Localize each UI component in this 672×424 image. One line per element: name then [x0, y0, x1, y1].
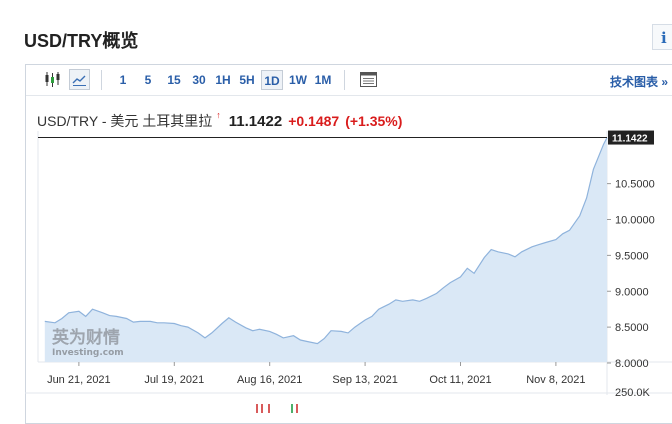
volume-bar: [291, 404, 293, 413]
x-tick-label: Nov 8, 2021: [526, 374, 585, 386]
volume-bar: [268, 404, 270, 413]
x-tick-label: Jul 19, 2021: [144, 374, 204, 386]
y-tick-label: 9.0000: [615, 286, 649, 298]
last-price-label: 11.1422: [612, 134, 648, 145]
y-tick-label: 10.5000: [615, 179, 655, 191]
x-tick-label: Jun 21, 2021: [47, 374, 111, 386]
x-tick-label: Sep 13, 2021: [332, 374, 397, 386]
y-tick-label: 10.0000: [615, 215, 655, 227]
price-chart[interactable]: 11.1422 10.5000 10.0000 9.5000 9.0000 8.5000 8…: [0, 0, 672, 413]
y-tick-label: 8.5000: [615, 322, 649, 334]
volume-bar: [296, 404, 298, 413]
x-tick-label: Aug 16, 2021: [237, 374, 302, 386]
price-area: [44, 137, 608, 362]
watermark-logo-text: Investing.com: [52, 348, 124, 358]
watermark-logo-text: 英为财情: [52, 327, 120, 348]
x-tick-label: Oct 11, 2021: [429, 374, 491, 386]
volume-bar: [256, 404, 258, 413]
y-tick-label: 8.0000: [615, 358, 649, 370]
y-tick-label: 9.5000: [615, 250, 649, 262]
volume-bar: [261, 404, 263, 413]
volume-tick-label: 250.0K: [615, 387, 651, 399]
